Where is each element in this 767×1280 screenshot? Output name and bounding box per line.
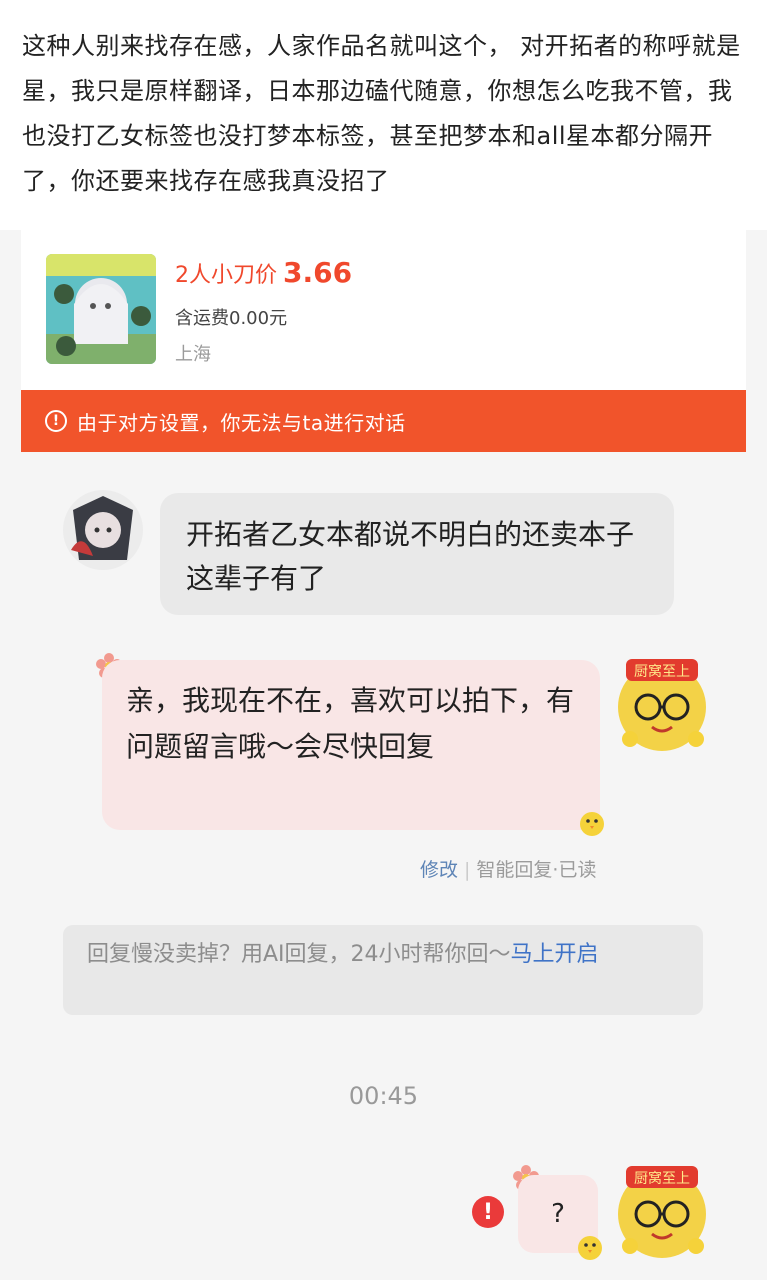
alert-circle-icon: ! (45, 410, 67, 432)
blocked-banner: ! 由于对方设置，你无法与ta进行对话 (21, 390, 746, 452)
ai-reply-promo: 回复慢没卖掉？用AI回复，24小时帮你回～马上开启 (63, 925, 703, 1015)
read-status: 智能回复·已读 (476, 859, 597, 881)
product-thumbnail[interactable] (46, 254, 156, 364)
seller-avatar[interactable]: 厨窝至上 (612, 1162, 712, 1262)
chick-icon (576, 806, 608, 842)
seller-auto-reply-bubble: 亲，我现在不在，喜欢可以拍下，有问题留言哦～会尽快回复 (102, 660, 600, 830)
post-text: 这种人别来找存在感，人家作品名就叫这个， 对开拓者的称呼就是星，我只是原样翻译，… (22, 32, 741, 195)
shipping-fee: 含运费0.00元 (175, 308, 288, 329)
enable-ai-link[interactable]: 马上开启 (511, 942, 599, 967)
message-meta: 修改 | 智能回复·已读 (420, 855, 596, 882)
price-value: 3.66 (283, 256, 353, 289)
price-line: 2人小刀价 3.66 (175, 256, 352, 289)
avatar-badge-text: 厨窝至上 (634, 663, 690, 680)
price-prefix: 2人小刀价 (175, 263, 277, 288)
product-card[interactable]: 2人小刀价 3.66 含运费0.00元 上海 (21, 230, 746, 390)
buyer-avatar[interactable] (63, 490, 143, 570)
timestamp: 00:45 (348, 1082, 419, 1110)
avatar-badge-text: 厨窝至上 (634, 1170, 690, 1187)
location: 上海 (175, 344, 211, 365)
send-failed-icon[interactable]: ! (472, 1196, 504, 1228)
buyer-message-bubble: 开拓者乙女本都说不明白的还卖本子这辈子有了 (160, 493, 674, 615)
edit-link[interactable]: 修改 (420, 859, 458, 881)
post-container: 这种人别来找存在感，人家作品名就叫这个， 对开拓者的称呼就是星，我只是原样翻译，… (0, 0, 767, 230)
blocked-banner-text: 由于对方设置，你无法与ta进行对话 (77, 410, 406, 435)
ai-promo-text: 回复慢没卖掉？用AI回复，24小时帮你回～ (87, 942, 511, 967)
chick-icon (574, 1230, 606, 1266)
seller-avatar[interactable]: 厨窝至上 (612, 655, 712, 755)
meta-divider: | (464, 859, 471, 881)
